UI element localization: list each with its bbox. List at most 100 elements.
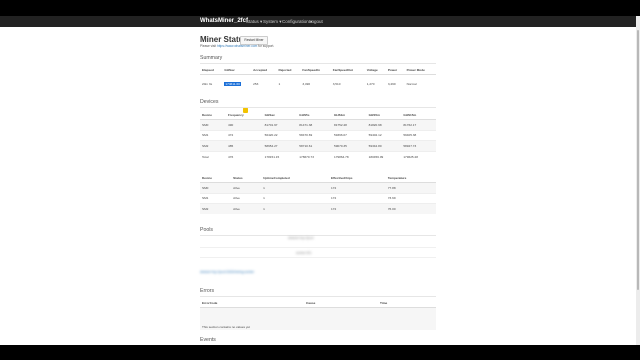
table-row: This section contains no values yet	[200, 307, 436, 330]
table-cell: 59405.38	[401, 129, 436, 141]
col-device: Device	[200, 110, 227, 120]
errors-table: ErrorCode Cause Time This section contai…	[200, 298, 436, 330]
support-link[interactable]: https://www.whatsminer.com	[217, 44, 257, 48]
table-cell: 178151.15	[262, 150, 298, 162]
col-fanspeedout: FanSpeedOut	[330, 65, 365, 75]
col-ghsav: GHSav	[222, 65, 252, 75]
table-cell: 472	[226, 129, 263, 141]
cell-power-mode: Normal	[404, 74, 436, 93]
table-cell: 1	[261, 182, 330, 194]
col-fanspeedin: FanSpeedIn	[300, 65, 331, 75]
col-ghs5m: GHS5m	[366, 110, 402, 120]
col-power: Power	[385, 65, 405, 75]
table-cell: 1	[261, 203, 330, 214]
pools-row-line	[200, 257, 436, 258]
errors-empty-text: This section contains no values yet	[200, 307, 436, 330]
pools-heading: Pools	[200, 227, 213, 233]
col-elapsed: Elapsed	[200, 65, 223, 75]
table-cell: Alive	[231, 192, 262, 204]
table-cell: 77.88	[385, 182, 436, 194]
table-row: Total 476 178151.15 178670.73 179864.78 …	[200, 150, 436, 162]
table-cell: 58927.73	[401, 140, 436, 152]
cell-elapsed: 20m 3s	[200, 74, 223, 93]
support-text: Please visit https://www.whatsminer.com …	[200, 44, 275, 48]
table-row: SM2 Alive 1 172 76.00	[200, 203, 436, 214]
col-time: Time	[378, 298, 436, 308]
table-cell: Total	[200, 150, 227, 162]
table-cell: Alive	[231, 203, 262, 214]
col-ghs15m: GHS15m	[401, 110, 436, 120]
cell-voltage: 1,270	[364, 74, 386, 93]
table-cell: 58654.27	[262, 140, 298, 152]
col-temperature: Temperature	[385, 173, 436, 183]
col-ghs5s: GHS5s	[297, 110, 332, 120]
table-cell: 180456.09	[366, 150, 402, 162]
col-error-code: ErrorCode	[200, 298, 304, 308]
table-cell: 476	[226, 150, 263, 162]
table-cell: 490	[226, 119, 263, 131]
events-heading: Events	[200, 337, 216, 343]
table-cell: SM0	[200, 182, 232, 194]
table-cell: 485	[226, 140, 263, 152]
table-cell: SM2	[200, 203, 232, 214]
summary-heading: Summary	[200, 55, 223, 61]
table-cell: 76.00	[385, 203, 436, 214]
table-cell: 179625.28	[401, 150, 436, 162]
pools-blurred-row: worker.001	[296, 251, 312, 255]
devices-heading: Devices	[200, 99, 219, 105]
col-ghs1m: GHS1m	[331, 110, 367, 120]
table-cell: 81820.98	[366, 119, 402, 131]
nav-logout[interactable]: Logout	[309, 19, 323, 24]
table-cell: SM1	[200, 192, 232, 204]
scrollbar-thumb[interactable]	[637, 30, 639, 290]
col-effective-chips: EffectiveChips	[329, 173, 386, 183]
page-content: Miner Status Restart Miner Please visit …	[0, 27, 636, 345]
table-cell: 178670.73	[297, 150, 332, 162]
col-ghsav: GHSav	[262, 110, 298, 120]
pools-blurred-header: stratum+tcp://pool	[288, 236, 314, 240]
table-row: SM0 Alive 1 172 77.88	[200, 182, 436, 194]
table-row: SM2 485 58654.27 58710.61 59070.35 59342…	[200, 140, 436, 152]
browser-top-bar	[0, 0, 640, 16]
table-cell: 73.69	[385, 192, 436, 204]
table-cell: 81701.97	[262, 119, 298, 131]
table-row: SM1 472 56420.22 58470.69 59396.07 59402…	[200, 129, 436, 141]
cell-power: 3,490	[385, 74, 405, 93]
table-cell: 172	[329, 203, 386, 214]
cell-rejected: 1	[276, 74, 301, 93]
table-cell: 59070.35	[331, 140, 367, 152]
browser-bottom-bar	[0, 345, 640, 360]
pools-row-line	[200, 247, 436, 248]
summary-table: Elapsed GHSav Accepted Rejected FanSpeed…	[200, 65, 436, 93]
table-cell: 172	[329, 192, 386, 204]
cell-fanspeedout: 3,510	[330, 74, 365, 93]
table-cell: 172	[329, 182, 386, 194]
table-cell: 56420.22	[262, 129, 298, 141]
pools-blurred-link[interactable]: stratum+tcp://pool:3333/mining.worker	[200, 270, 254, 274]
table-cell: 58470.69	[297, 129, 332, 141]
cell-ghsav: 174611.60	[222, 74, 252, 93]
col-voltage: Voltage	[364, 65, 386, 75]
cell-accepted: 253	[251, 74, 277, 93]
table-row: 20m 3s 174611.60 253 1 3,490 3,510 1,270…	[200, 74, 436, 93]
col-power-mode: Power Mode	[404, 65, 436, 75]
nav-system[interactable]: System ▾	[263, 19, 282, 25]
summary-divider	[200, 63, 436, 64]
table-cell: SM1	[200, 129, 227, 141]
nav-status[interactable]: Status ▾	[246, 19, 262, 25]
table-cell: 81762.17	[401, 119, 436, 131]
col-status: Status	[231, 173, 262, 183]
table-cell: 59402.12	[366, 129, 402, 141]
table-cell: Alive	[231, 182, 262, 194]
col-accepted: Accepted	[251, 65, 277, 75]
table-cell: 179864.78	[331, 150, 367, 162]
selected-ghsav[interactable]: 174611.60	[224, 81, 241, 86]
navbar: WhatsMiner_2fcf Status ▾ System ▾ Config…	[0, 16, 636, 27]
table-cell: 81752.48	[331, 119, 367, 131]
pools-divider	[200, 235, 436, 236]
brand-link[interactable]: WhatsMiner_2fcf	[200, 18, 248, 24]
nav-configuration[interactable]: Configuration ▾	[282, 19, 312, 25]
col-device: Device	[200, 173, 232, 183]
errors-divider	[200, 296, 436, 297]
cell-fanspeedin: 3,490	[300, 74, 331, 93]
